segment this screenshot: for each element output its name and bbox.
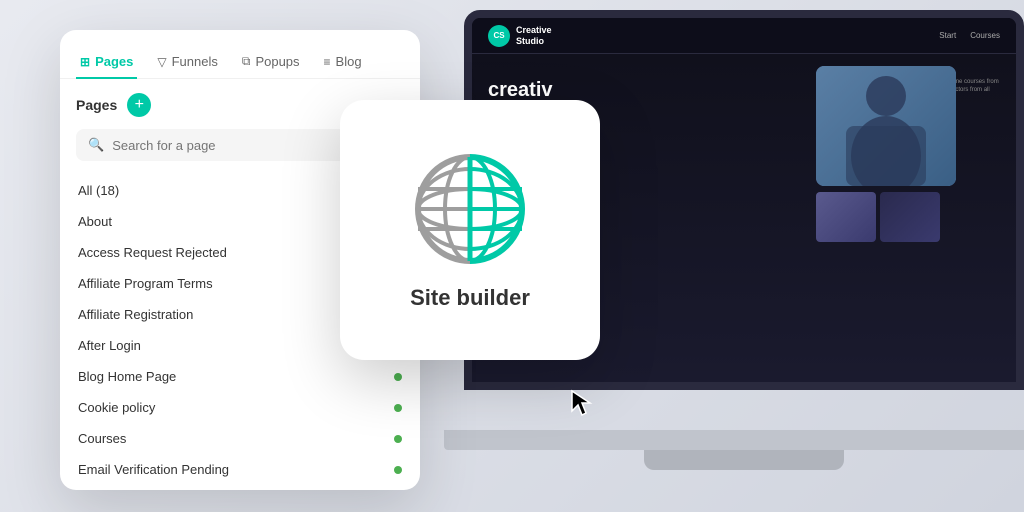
laptop-nav-start: Start	[939, 31, 956, 40]
status-dot-green	[394, 435, 402, 443]
search-icon: 🔍	[88, 137, 104, 153]
tab-popups-label: Popups	[255, 54, 299, 69]
funnels-tab-icon: ▽	[157, 55, 166, 69]
laptop-nav-links: Start Courses	[939, 31, 1000, 40]
tab-pages-label: Pages	[95, 54, 133, 69]
tab-blog[interactable]: ≡ Blog	[320, 46, 366, 79]
page-item-name: Email Verification Pending	[78, 462, 229, 477]
page-item-name: After Login	[78, 338, 141, 353]
popups-tab-icon: ⧉	[242, 54, 251, 69]
pages-section-label: Pages	[76, 97, 117, 113]
site-builder-title: Site builder	[410, 285, 530, 311]
list-item[interactable]: Cookie policy	[76, 392, 404, 423]
tab-popups[interactable]: ⧉ Popups	[238, 46, 304, 79]
page-item-name: Affiliate Registration	[78, 307, 193, 322]
laptop-logo-icon: CS	[488, 25, 510, 47]
status-dot-green	[394, 404, 402, 412]
tab-funnels[interactable]: ▽ Funnels	[153, 46, 221, 79]
tab-funnels-label: Funnels	[172, 54, 218, 69]
page-item-name: Affiliate Program Terms	[78, 276, 213, 291]
page-item-name: About	[78, 214, 112, 229]
globe-icon	[410, 149, 530, 269]
tab-pages[interactable]: ⊞ Pages	[76, 46, 137, 79]
status-dot-green	[394, 373, 402, 381]
list-item[interactable]: Email Verification Pending	[76, 454, 404, 485]
globe-svg	[410, 149, 530, 269]
site-builder-card[interactable]: Site builder	[340, 100, 600, 360]
laptop-person-image	[816, 66, 956, 186]
page-item-name: Courses	[78, 431, 126, 446]
pages-tab-icon: ⊞	[80, 55, 90, 69]
laptop-hero-images	[816, 54, 1016, 382]
laptop-small-img-1	[816, 192, 876, 242]
page-item-name: Access Request Rejected	[78, 245, 227, 260]
laptop-main-image	[816, 66, 956, 186]
cursor-icon	[570, 389, 598, 417]
page-item-name: Blog Home Page	[78, 369, 176, 384]
laptop-small-img-2	[880, 192, 940, 242]
add-page-button[interactable]: +	[127, 93, 151, 117]
list-item[interactable]: Courses	[76, 423, 404, 454]
laptop-logo-text: Creative Studio	[516, 25, 552, 47]
laptop-nav-courses: Courses	[970, 31, 1000, 40]
page-item-name: Cookie policy	[78, 400, 155, 415]
laptop-small-images	[816, 192, 1004, 242]
tab-blog-label: Blog	[336, 54, 362, 69]
person-svg	[816, 66, 956, 186]
laptop-base	[444, 430, 1024, 450]
laptop-bottom	[644, 450, 844, 470]
laptop-nav: CS Creative Studio Start Courses	[472, 18, 1016, 54]
status-dot-green	[394, 466, 402, 474]
page-item-name: All (18)	[78, 183, 119, 198]
list-item[interactable]: Blog Home Page	[76, 361, 404, 392]
blog-tab-icon: ≡	[324, 55, 331, 69]
tab-bar: ⊞ Pages ▽ Funnels ⧉ Popups ≡ Blog	[60, 30, 420, 79]
laptop-logo: CS Creative Studio	[488, 25, 552, 47]
